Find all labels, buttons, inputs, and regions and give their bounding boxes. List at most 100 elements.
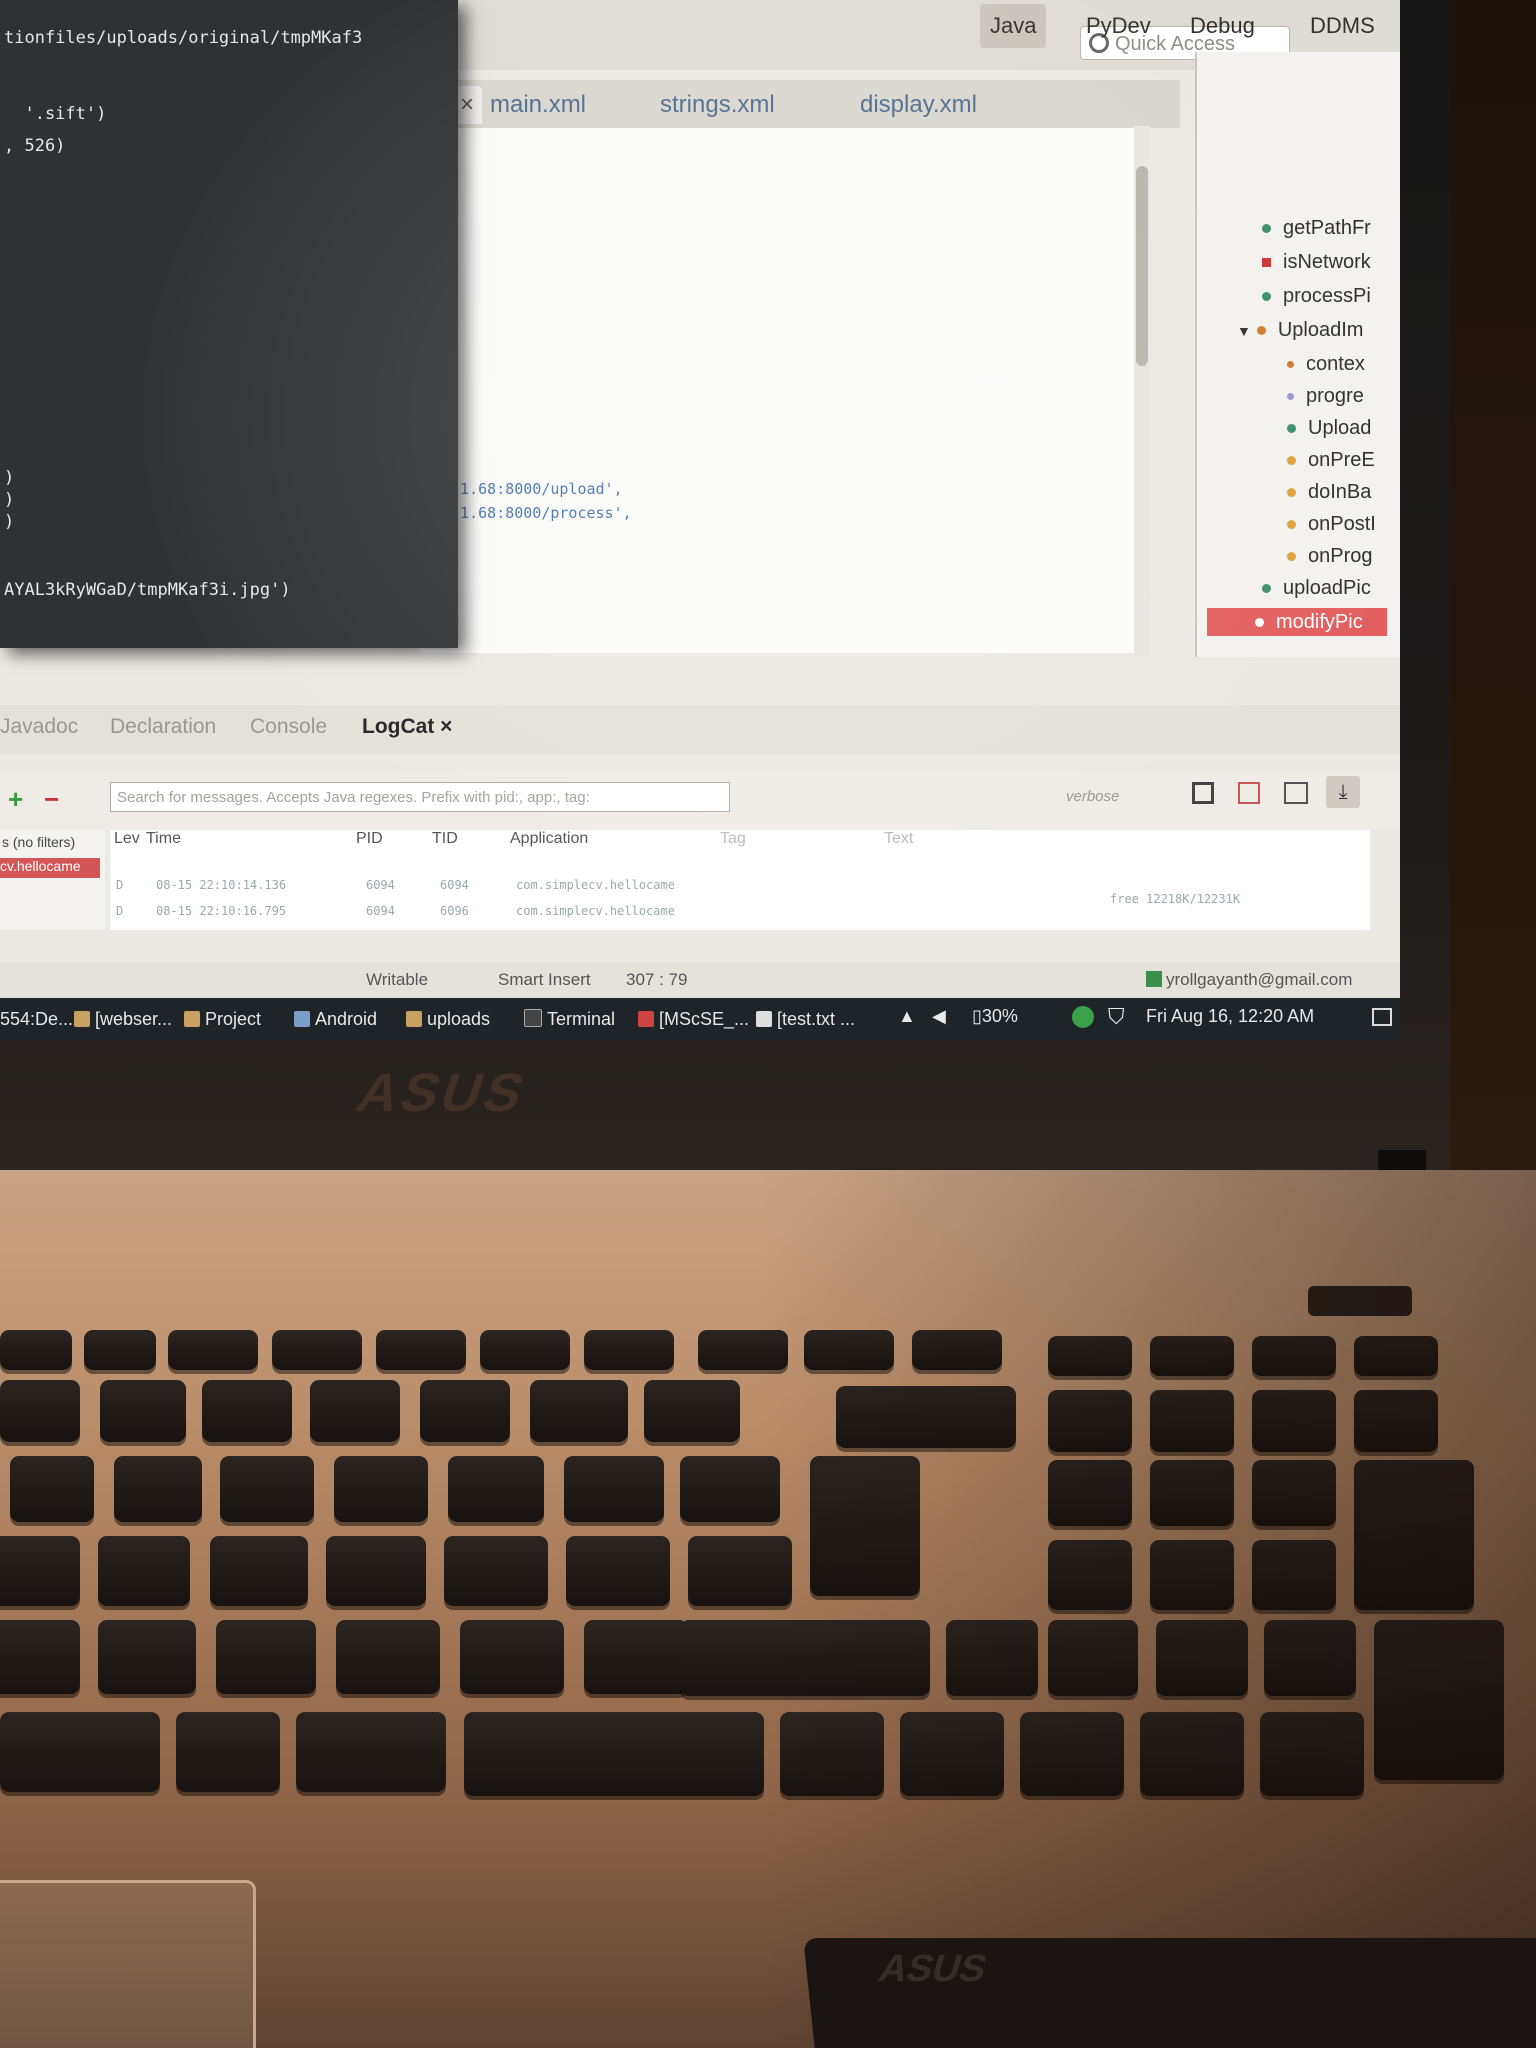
remove-filter-icon[interactable]: − [44,784,59,815]
outline-item[interactable]: onPreE [1287,446,1375,474]
outline-item[interactable]: getPathFr [1262,214,1371,242]
keyboard-key[interactable] [98,1620,196,1694]
keyboard-key[interactable] [296,1712,446,1792]
keyboard-key[interactable] [0,1620,80,1694]
keyboard-key[interactable] [10,1456,94,1522]
column-header[interactable]: TID [432,830,458,848]
log-level-select[interactable]: verbose [1066,788,1119,805]
keyboard-key[interactable] [644,1380,740,1442]
keyboard-key[interactable] [566,1536,670,1606]
keyboard-key[interactable] [584,1330,674,1370]
outline-item-selected[interactable]: modifyPic [1207,608,1387,636]
keyboard-key[interactable] [272,1330,362,1370]
column-header[interactable]: Tag [720,830,746,848]
show-desktop-icon[interactable] [1372,1008,1392,1026]
keyboard-key[interactable] [220,1456,314,1522]
column-header[interactable]: PID [356,830,383,848]
keyboard-key[interactable] [420,1380,510,1442]
perspective-java[interactable]: Java [980,4,1047,48]
keyboard-key[interactable] [530,1380,628,1442]
method-icon [1287,552,1296,562]
keyboard-key[interactable] [564,1456,664,1522]
editor-scrollbar[interactable] [1134,126,1150,656]
taskbar-item[interactable]: Project [184,1006,261,1032]
taskbar-item[interactable]: Terminal [524,1006,615,1032]
taskbar-item[interactable]: [test.txt ... [756,1006,855,1032]
taskbar-item[interactable]: [webser... [74,1006,172,1032]
outline-item[interactable]: Upload [1287,414,1371,442]
keyboard-key[interactable] [584,1620,688,1694]
keyboard-key[interactable] [334,1456,428,1522]
taskbar-item[interactable]: [MScSE_... [638,1006,749,1032]
add-filter-icon[interactable]: + [8,784,23,815]
outline-item[interactable]: onProg [1287,542,1373,570]
shield-icon[interactable]: ⛉ [1108,1004,1125,1030]
column-header[interactable]: Text [884,830,913,848]
clear-log-icon[interactable] [1238,782,1260,804]
keyboard-key[interactable] [176,1712,280,1792]
taskbar-item[interactable]: Android [294,1006,377,1032]
clock[interactable]: Fri Aug 16, 12:20 AM [1146,1006,1314,1027]
keyboard-key[interactable] [376,1330,466,1370]
perspective-pydev[interactable]: PyDev [1086,4,1151,48]
volume-icon[interactable]: ◀ [932,1006,946,1027]
keyboard-key[interactable] [444,1536,548,1606]
outline-item[interactable]: isNetwork [1262,248,1371,276]
keyboard-key[interactable] [210,1536,308,1606]
logcat-search-input[interactable]: Search for messages. Accepts Java regexe… [110,782,730,812]
tab-declaration[interactable]: Declaration [110,715,216,739]
terminal-window[interactable]: tionfiles/uploads/original/tmpMKaf3 '.si… [0,0,458,648]
code-editor[interactable]: { 8.1.68:8000/upload', 8.1.68:8000/proce… [420,128,1140,653]
tab-javadoc[interactable]: Javadoc [0,715,78,739]
network-icon[interactable]: ▲ [898,1006,916,1027]
save-icon[interactable] [1192,782,1214,804]
outline-item[interactable]: onPostI [1287,510,1376,538]
outline-item[interactable]: contex [1287,350,1365,378]
keyboard-key[interactable] [0,1536,80,1606]
tab-logcat[interactable]: LogCat × [362,715,452,739]
scroll-lock-icon[interactable]: ⤓ [1326,776,1360,808]
keyboard-key[interactable] [100,1380,186,1442]
keyboard-key[interactable] [448,1456,544,1522]
keyboard-key[interactable] [216,1620,316,1694]
touchpad[interactable] [0,1880,256,2048]
tab-console[interactable]: Console [250,715,327,739]
outline-item[interactable]: ▼ UploadIm [1237,316,1363,344]
keyboard-key[interactable] [326,1536,426,1606]
keyboard-key[interactable] [0,1380,80,1442]
keyboard-key[interactable] [202,1380,292,1442]
tab-strings-xml[interactable]: strings.xml [660,86,775,124]
outline-item[interactable]: processPi [1262,282,1371,310]
keyboard-key[interactable] [84,1330,156,1370]
keyboard-key[interactable] [168,1330,258,1370]
update-icon[interactable] [1072,1006,1094,1028]
keyboard-key[interactable] [460,1620,564,1694]
toggle-filters-icon[interactable] [1284,782,1308,804]
taskbar-item[interactable]: uploads [406,1006,490,1032]
filter-item-selected[interactable]: cv.hellocame [0,858,100,878]
tab-main-xml[interactable]: main.xml [490,86,586,124]
outline-item[interactable]: uploadPic [1262,574,1371,602]
column-header[interactable]: Time [146,830,181,848]
expand-arrow-icon[interactable]: ▼ [1237,323,1251,339]
battery-indicator[interactable]: ▯30% [972,1006,1018,1027]
keyboard-key[interactable] [98,1536,190,1606]
column-header[interactable]: Lev [114,830,140,848]
keyboard-key[interactable] [0,1330,72,1370]
spacebar-key[interactable] [464,1712,764,1796]
outline-item[interactable]: progre [1287,382,1364,410]
keyboard-key[interactable] [310,1380,400,1442]
keyboard-key[interactable] [114,1456,202,1522]
terminal-line: ) [4,490,15,510]
taskbar-item[interactable]: 554:De... [0,1006,73,1032]
perspective-debug[interactable]: Debug [1190,4,1255,48]
terminal-line: ) [4,468,15,488]
keyboard-key[interactable] [336,1620,440,1694]
outline-item[interactable]: doInBa [1287,478,1371,506]
keyboard-key[interactable] [0,1712,160,1792]
scrollbar-thumb[interactable] [1136,166,1148,366]
tab-display-xml[interactable]: display.xml [860,86,977,124]
perspective-ddms[interactable]: DDMS [1310,4,1375,48]
column-header[interactable]: Application [510,830,588,848]
keyboard-key[interactable] [480,1330,570,1370]
